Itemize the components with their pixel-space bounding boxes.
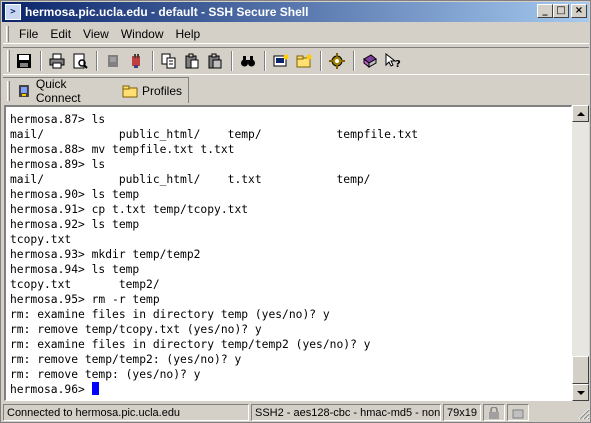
- save-icon: [17, 54, 31, 68]
- menu-window[interactable]: Window: [115, 27, 170, 41]
- terminal-line: mail/ public_html/ temp/ tempfile.txt: [10, 128, 419, 141]
- toolbar-separator: [231, 51, 233, 71]
- print-button[interactable]: [46, 50, 68, 72]
- terminal-line: rm: examine files in directory temp/temp…: [10, 338, 371, 351]
- window-title: hermosa.pic.ucla.edu - default - SSH Sec…: [25, 5, 309, 19]
- terminal-prompt-line: hermosa.96>: [10, 382, 418, 397]
- find-button[interactable]: [237, 50, 259, 72]
- copy-icon: [161, 53, 176, 69]
- terminal-line: hermosa.89> ls: [10, 158, 106, 171]
- disconnect-button[interactable]: [125, 50, 147, 72]
- menu-file[interactable]: File: [13, 27, 44, 41]
- context-help-icon: ?: [385, 53, 401, 69]
- terminal-prompt: hermosa.96>: [10, 383, 92, 396]
- toolbar-separator: [40, 51, 42, 71]
- transfer-icon: [512, 409, 524, 418]
- quick-connect-label: Quick Connect: [35, 76, 81, 105]
- arrow-down-icon: [576, 390, 585, 395]
- profiles-label: Profiles: [141, 83, 182, 98]
- status-icon-2: [507, 404, 529, 421]
- profile-button[interactable]: [102, 50, 124, 72]
- paste-icon: [185, 53, 199, 69]
- terminal-line: hermosa.90> ls temp: [10, 188, 140, 201]
- toolbar: ?: [3, 47, 589, 75]
- terminal-line: rm: remove temp/tcopy.txt (yes/no)? y: [10, 323, 262, 336]
- toolbar-separator: [152, 51, 154, 71]
- maximize-button[interactable]: □: [553, 4, 569, 18]
- settings-icon: [329, 53, 345, 69]
- copy-button[interactable]: [158, 50, 180, 72]
- arrow-up-icon: [576, 111, 585, 116]
- terminal-line: rm: remove temp: (yes/no)? y: [10, 368, 201, 381]
- disconnect-icon: [132, 54, 140, 68]
- profiles-button[interactable]: Profiles: [120, 80, 188, 102]
- menu-edit[interactable]: Edit: [44, 27, 77, 41]
- help-book-button[interactable]: [359, 50, 381, 72]
- menu-bar: File Edit View Window Help: [3, 24, 589, 44]
- folder-icon: [122, 85, 138, 97]
- ssh-window: > hermosa.pic.ucla.edu - default - SSH S…: [0, 0, 591, 423]
- connection-status: Connected to hermosa.pic.ucla.edu: [3, 404, 249, 421]
- menu-grip[interactable]: [6, 25, 9, 42]
- terminal-line: rm: examine files in directory temp (yes…: [10, 308, 330, 321]
- terminal-line: hermosa.91> cp t.txt temp/tcopy.txt: [10, 203, 249, 216]
- close-button[interactable]: ×: [571, 4, 587, 18]
- terminal-line: mail/ public_html/ t.txt temp/: [10, 173, 371, 186]
- scroll-thumb[interactable]: [572, 356, 589, 384]
- settings-button[interactable]: [326, 50, 348, 72]
- toolbar-separator: [264, 51, 266, 71]
- profile-bar-grip[interactable]: [7, 80, 10, 101]
- print-preview-icon: [73, 53, 88, 69]
- status-icon-1: [483, 404, 505, 421]
- profile-icon: [108, 55, 118, 67]
- save-button[interactable]: [13, 50, 35, 72]
- resize-grip-icon[interactable]: [576, 406, 590, 420]
- terminal-size: 79x19: [443, 404, 481, 421]
- vertical-scrollbar[interactable]: [572, 105, 589, 401]
- minimize-button[interactable]: _: [537, 4, 553, 18]
- svg-text:?: ?: [395, 59, 401, 69]
- terminal-line: hermosa.88> mv tempfile.txt t.txt: [10, 143, 235, 156]
- new-terminal-icon: [273, 54, 289, 67]
- terminal-line: hermosa.87> ls: [10, 113, 106, 126]
- scroll-up-button[interactable]: [572, 105, 589, 122]
- lock-icon: [489, 406, 499, 419]
- toolbar-separator: [96, 51, 98, 71]
- terminal-line: hermosa.95> rm -r temp: [10, 293, 160, 306]
- menu-view[interactable]: View: [77, 27, 115, 41]
- new-file-transfer-icon: [296, 54, 312, 68]
- find-icon: [241, 56, 255, 67]
- terminal-line: tcopy.txt temp2/: [10, 278, 160, 291]
- paste-alt-icon: [208, 53, 222, 69]
- status-bar: Connected to hermosa.pic.ucla.edu SSH2 -…: [3, 403, 590, 422]
- terminal-line: tcopy.txt: [10, 233, 72, 246]
- ssh-app-icon[interactable]: >: [5, 4, 21, 20]
- new-file-transfer-button[interactable]: [293, 50, 315, 72]
- title-bar[interactable]: > hermosa.pic.ucla.edu - default - SSH S…: [2, 2, 589, 22]
- help-book-icon: [363, 54, 377, 69]
- terminal-area[interactable]: hermosa.87> ls mail/ public_html/ temp/ t…: [4, 105, 572, 401]
- toolbar-grip[interactable]: [7, 50, 10, 72]
- toolbar-separator: [353, 51, 355, 71]
- scroll-down-button[interactable]: [572, 384, 589, 401]
- terminal-line: hermosa.92> ls temp: [10, 218, 140, 231]
- new-terminal-button[interactable]: [270, 50, 292, 72]
- profile-bar: Quick Connect Profiles: [3, 76, 189, 105]
- paste-alt-button[interactable]: [204, 50, 226, 72]
- terminal-line: hermosa.94> ls temp: [10, 263, 140, 276]
- cipher-status: SSH2 - aes128-cbc - hmac-md5 - none: [251, 404, 441, 421]
- terminal-cursor: [91, 382, 99, 395]
- menu-help[interactable]: Help: [170, 27, 207, 41]
- terminal-output: hermosa.87> ls mail/ public_html/ temp/ t…: [10, 112, 418, 397]
- terminal-line: rm: remove temp/temp2: (yes/no)? y: [10, 353, 242, 366]
- paste-button[interactable]: [181, 50, 203, 72]
- terminal-line: hermosa.93> mkdir temp/temp2: [10, 248, 201, 261]
- quick-connect-icon: [18, 84, 29, 97]
- toolbar-separator: [320, 51, 322, 71]
- print-icon: [49, 53, 65, 69]
- print-preview-button[interactable]: [69, 50, 91, 72]
- context-help-button[interactable]: ?: [382, 50, 404, 72]
- quick-connect-button[interactable]: Quick Connect: [14, 76, 120, 105]
